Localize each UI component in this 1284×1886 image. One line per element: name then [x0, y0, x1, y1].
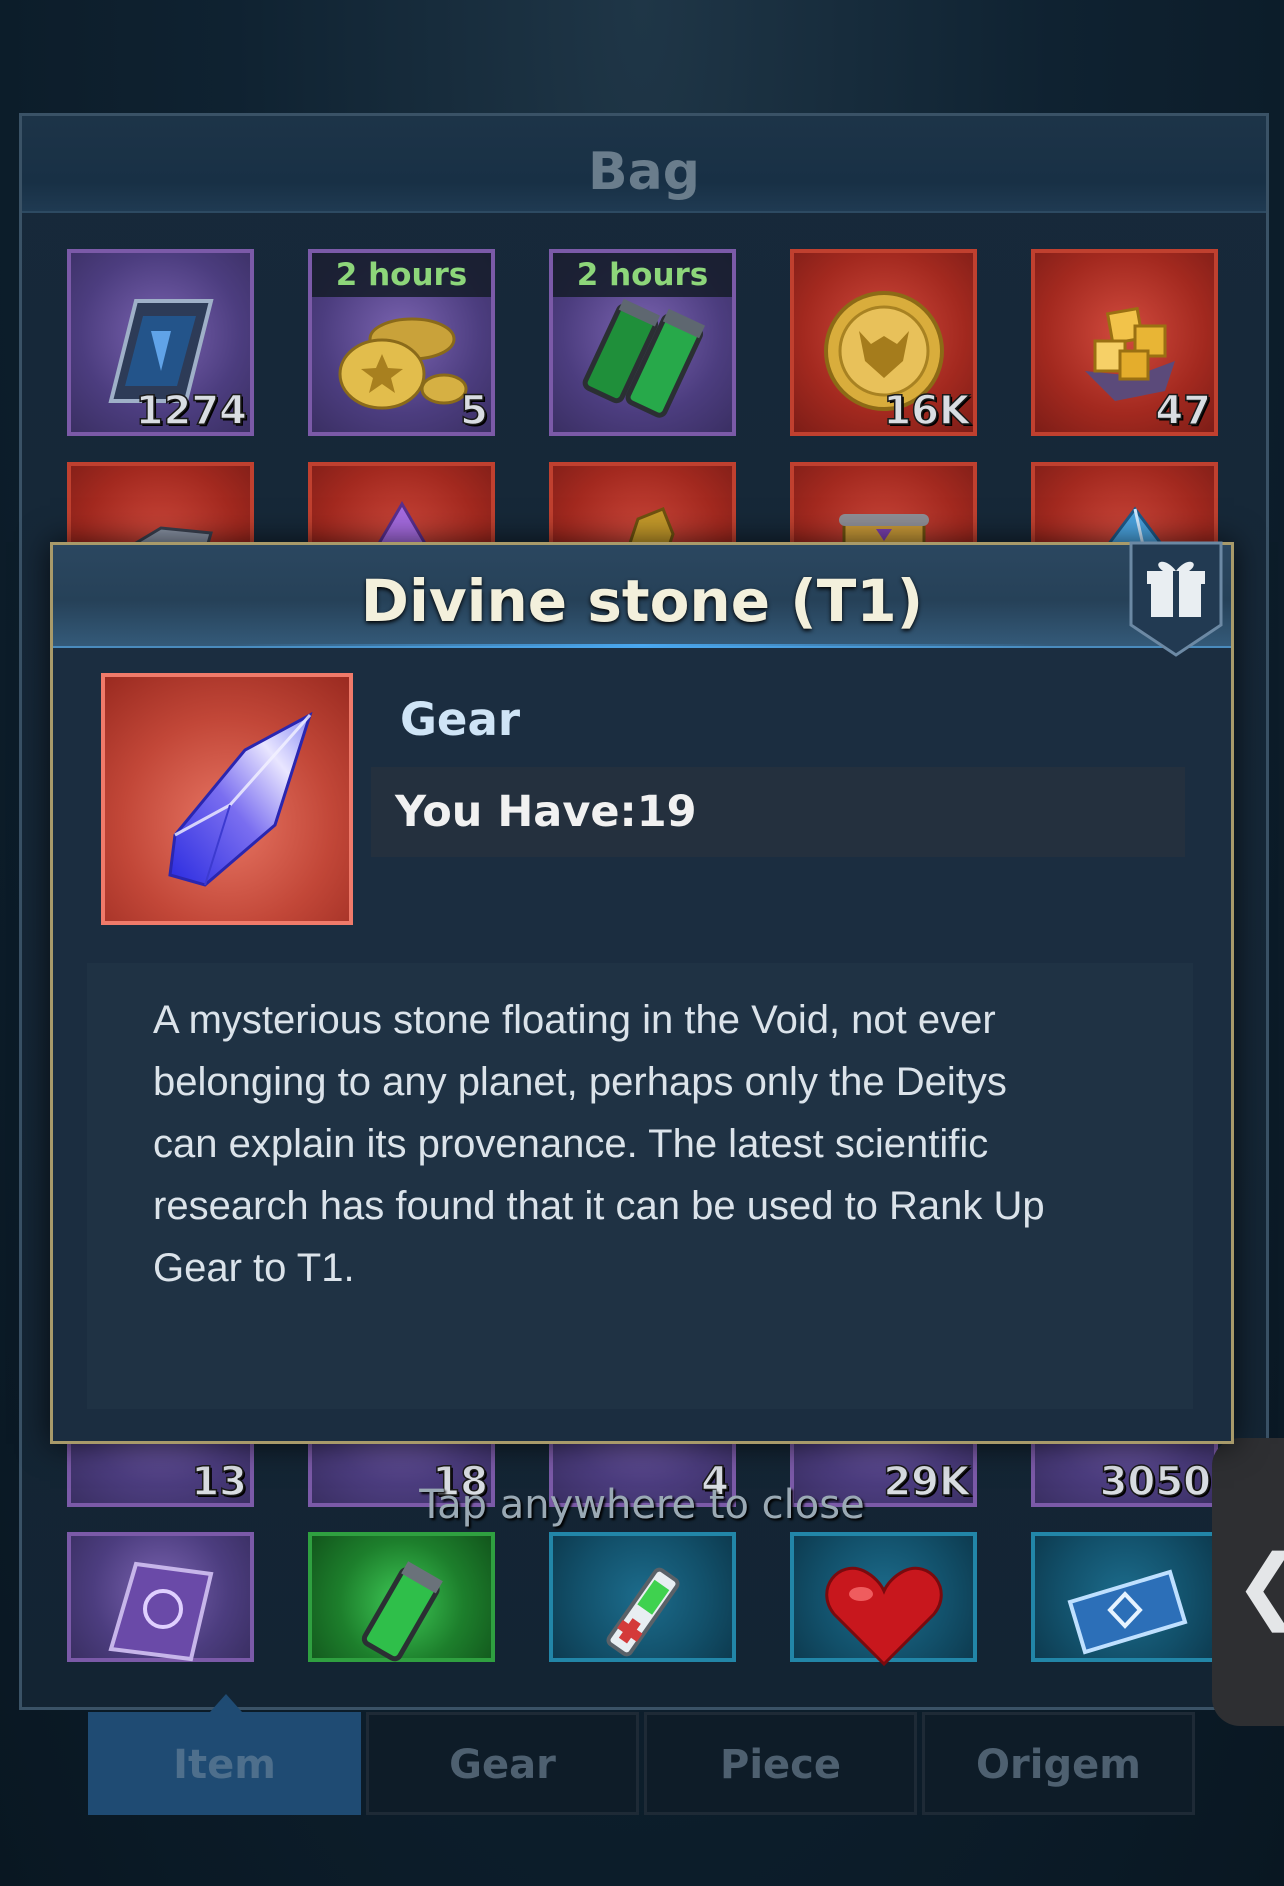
side-drawer-handle[interactable]: ❮ [1212, 1438, 1284, 1726]
bag-slot[interactable] [549, 1532, 736, 1662]
chevron-left-icon: ❮ [1234, 1538, 1284, 1633]
timer-label: 2 hours [553, 253, 732, 297]
tab-origem[interactable]: Origem [922, 1712, 1195, 1815]
bag-slot[interactable]: 47 [1031, 249, 1218, 436]
bag-slot[interactable]: 2 hours 5 [308, 249, 495, 436]
description-line: A mysterious stone floating in the Void,… [153, 998, 996, 1042]
description-line: Gear to T1. [153, 1246, 355, 1290]
item-count: 5 [459, 387, 488, 435]
bag-slot[interactable]: 16K [790, 249, 977, 436]
item-count: 1274 [135, 387, 248, 435]
tap-to-close-hint[interactable]: Tap anywhere to close [0, 1482, 1284, 1528]
bag-slot[interactable] [67, 1532, 254, 1662]
gold-coins-icon [338, 317, 467, 410]
item-type-label: Gear [400, 693, 521, 746]
timer-label: 2 hours [312, 253, 491, 297]
item-portrait [101, 673, 353, 925]
green-canister-icon [361, 1560, 443, 1661]
popup-header: Divine stone (T1) [53, 545, 1231, 648]
active-tab-pointer [210, 1694, 242, 1712]
gift-icon[interactable] [1129, 541, 1223, 659]
bag-slot[interactable] [1031, 1532, 1218, 1662]
blue-ticket-icon [1067, 1569, 1187, 1655]
item-count: 47 [1155, 387, 1212, 435]
bag-title: Bag [588, 142, 700, 202]
purple-card-icon [107, 1561, 213, 1662]
bag-slot[interactable]: 2 hours [549, 249, 736, 436]
tab-item[interactable]: Item [88, 1712, 361, 1815]
bag-slot[interactable] [308, 1532, 495, 1662]
popup-title: Divine stone (T1) [360, 567, 924, 635]
green-canisters-icon [582, 298, 705, 418]
description-line: can explain its provenance. The latest s… [153, 1122, 989, 1166]
bag-slot[interactable] [790, 1532, 977, 1667]
item-count: 16K [883, 387, 971, 435]
item-detail-popup[interactable]: Divine stone (T1) Gear You Have:19 A mys… [50, 541, 1234, 1444]
game-screen[interactable]: Bag 1274 2 hours 5 2 hours 16K 47 13 18 … [0, 0, 1284, 1886]
description-box: A mysterious stone floating in the Void,… [87, 963, 1193, 1409]
tab-gear[interactable]: Gear [366, 1712, 639, 1815]
description-line: research has found that it can be used t… [153, 1184, 1045, 1228]
heart-icon [824, 1567, 943, 1667]
bag-tabs: Item Gear Piece Origem [88, 1712, 1196, 1815]
owned-count: You Have:19 [395, 787, 697, 837]
owned-count-bar: You Have:19 [371, 767, 1185, 857]
bag-header: Bag [22, 116, 1266, 213]
item-description: A mysterious stone floating in the Void,… [153, 989, 1153, 1299]
medkit-vial-icon [606, 1567, 679, 1656]
description-line: belonging to any planet, perhaps only th… [153, 1060, 1007, 1104]
bag-slot[interactable]: 1274 [67, 249, 254, 436]
divine-stone-crystal-icon [168, 711, 313, 887]
tab-piece[interactable]: Piece [644, 1712, 917, 1815]
